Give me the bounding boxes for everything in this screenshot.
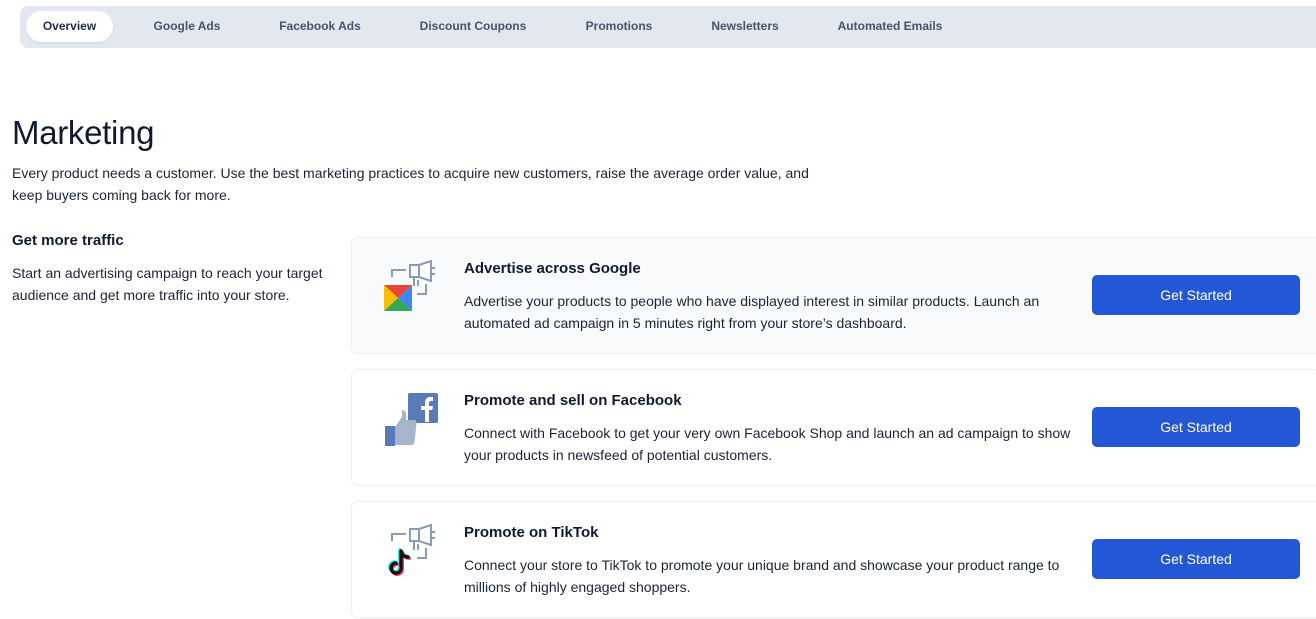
card-facebook: Promote and sell on Facebook Connect wit… xyxy=(352,370,1316,485)
tab-facebook-ads[interactable]: Facebook Ads xyxy=(265,11,375,42)
card-title: Promote on TikTok xyxy=(464,524,599,541)
tab-overview[interactable]: Overview xyxy=(26,11,113,42)
tiktok-megaphone-icon xyxy=(386,524,435,576)
card-description: Connect with Facebook to get your very o… xyxy=(464,425,1071,463)
tab-automated-emails[interactable]: Automated Emails xyxy=(822,11,958,42)
card-title: Advertise across Google xyxy=(464,260,641,277)
facebook-thumbs-up-icon xyxy=(385,393,438,446)
page-subtitle: Every product needs a customer. Use the … xyxy=(12,165,809,203)
section-title: Get more traffic xyxy=(12,232,124,249)
tab-google-ads[interactable]: Google Ads xyxy=(138,11,236,42)
tab-bar: Overview Google Ads Facebook Ads Discoun… xyxy=(20,6,1316,48)
card-google: Advertise across Google Advertise your p… xyxy=(352,238,1316,353)
get-started-button[interactable]: Get Started xyxy=(1092,275,1300,315)
section-description: Start an advertising campaign to reach y… xyxy=(12,265,323,303)
get-started-button[interactable]: Get Started xyxy=(1092,407,1300,447)
card-tiktok: Promote on TikTok Connect your store to … xyxy=(352,502,1316,617)
tab-promotions[interactable]: Promotions xyxy=(571,11,667,42)
page-title: Marketing xyxy=(12,114,155,151)
get-started-button[interactable]: Get Started xyxy=(1092,539,1300,579)
card-title: Promote and sell on Facebook xyxy=(464,392,682,409)
tab-newsletters[interactable]: Newsletters xyxy=(696,11,794,42)
card-description: Advertise your products to people who ha… xyxy=(464,293,1040,331)
tab-discount-coupons[interactable]: Discount Coupons xyxy=(403,11,543,42)
google-megaphone-icon xyxy=(384,260,435,311)
card-description: Connect your store to TikTok to promote … xyxy=(464,557,1060,595)
